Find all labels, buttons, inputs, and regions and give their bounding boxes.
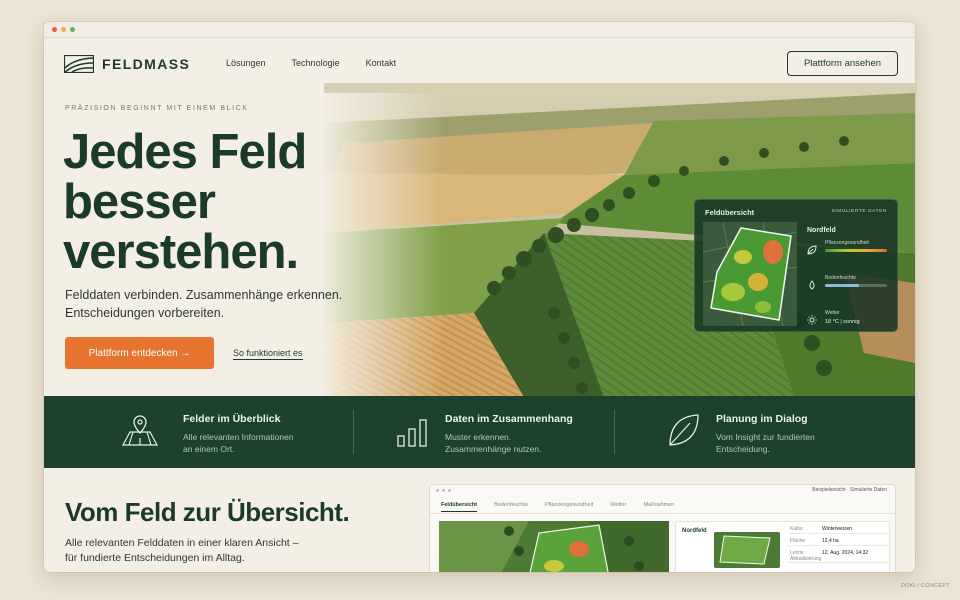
how-it-works-link[interactable]: So funktioniert es (233, 348, 303, 360)
feature-desc-line: Muster erkennen. (445, 432, 512, 442)
close-dot[interactable] (52, 27, 57, 32)
attr-row-flaeche: Fläche 12,4 ha (788, 535, 888, 546)
section-title: Vom Feld zur Übersicht. (65, 497, 350, 527)
metric-label: Pflanzengesundheit (825, 240, 869, 246)
brand-name: FELDMASS (102, 56, 191, 72)
feature-desc-line: an einem Ort. (183, 444, 235, 454)
preview-field-thumbnail (714, 532, 780, 568)
metric-plant-health: Pflanzengesundheit (807, 239, 895, 269)
section-subtext-line: für fundierte Entscheidungen im Alltag. (65, 552, 245, 564)
feature-desc: Alle relevanten Informationen an einem O… (183, 431, 294, 455)
droplet-icon (807, 280, 817, 292)
soil-moisture-fill (825, 284, 860, 287)
plant-health-bar (825, 249, 887, 252)
browser-chrome (44, 22, 915, 38)
preview-dot (442, 489, 445, 492)
credit-text: DOKI / CONCEPT (900, 583, 950, 589)
feature-desc-line: Zusammenhänge nutzen. (445, 444, 542, 454)
card-metrics: Nordfeld Pflanzengesundheit Bodenfeuchte (807, 227, 895, 339)
field-health-map[interactable] (703, 222, 797, 326)
leaf-icon (669, 414, 699, 446)
headline-line-1: Jedes Feld (63, 125, 307, 179)
simulated-data-tag: SIMULIERTE DATEN (831, 209, 887, 214)
preview-dot (448, 489, 451, 492)
tab-wetter[interactable]: Wetter (610, 502, 626, 512)
attr-key: Fläche (790, 538, 806, 544)
field-overview-card: Feldübersicht SIMULIERTE DATEN Nordfeld (694, 199, 898, 332)
preview-attributes: Kultur Winterweizen Fläche 12,4 ha Letzt… (788, 522, 888, 563)
logo[interactable]: FELDMASS (64, 55, 190, 73)
sun-icon (807, 315, 817, 327)
preview-map[interactable] (439, 521, 669, 572)
feature-title: Planung im Dialog (716, 413, 808, 425)
overview-section: Vom Feld zur Übersicht. Alle relevanten … (44, 468, 915, 572)
hero-section: PRÄZISION BEGINNT MIT EINEM BLICK Jedes … (44, 83, 915, 397)
headline-line-2: besser (63, 175, 216, 229)
weather-value: 18 °C | sonnig (825, 319, 860, 325)
preview-field-name: Nordfeld (682, 528, 707, 534)
platform-view-button[interactable]: Plattform ansehen (787, 51, 898, 76)
feature-desc-line: Vom Insight zur fundierten (716, 432, 815, 442)
preview-chrome: Beispielansicht · Simulierte Daten (430, 485, 895, 496)
hero-eyebrow: PRÄZISION BEGINNT MIT EINEM BLICK (65, 105, 249, 112)
logo-mark-icon (64, 55, 94, 73)
attr-value: 12. Aug. 2024, 14:32 (822, 550, 869, 556)
feature-divider (614, 410, 615, 454)
feature-desc-line: Entscheidung. (716, 444, 770, 454)
feature-data: Daten im Zusammenhang Muster erkennen. Z… (395, 396, 625, 468)
feature-title: Felder im Überblick (183, 413, 281, 425)
browser-window: FELDMASS Lösungen Technologie Kontakt Pl… (44, 22, 915, 572)
tab-bodenfeuchte[interactable]: Bodenfeuchte (494, 502, 528, 512)
feature-title: Daten im Zusammenhang (445, 413, 573, 425)
preview-dot (436, 489, 439, 492)
metric-label: Wetter (825, 310, 840, 316)
tab-pflanzengesundheit[interactable]: Pflanzengesundheit (545, 502, 593, 512)
leaf-icon (807, 245, 817, 257)
feature-band: Felder im Überblick Alle relevanten Info… (44, 396, 915, 468)
preview-detail-panel: Nordfeld Kultur Winterweizen Fläche 12,4… (675, 521, 890, 572)
tab-massnahmen[interactable]: Maßnahmen (643, 502, 674, 512)
card-title: Feldübersicht (705, 208, 755, 217)
tab-divider (430, 513, 895, 514)
attr-row-kultur: Kultur Winterweizen (788, 523, 888, 534)
tab-feldubersicht[interactable]: Feldübersicht (441, 502, 478, 512)
map-pin-icon (121, 415, 159, 446)
feature-desc: Vom Insight zur fundierten Entscheidung. (716, 431, 815, 455)
feature-planning: Planung im Dialog Vom Insight zur fundie… (664, 396, 894, 468)
section-subtext-line: Alle relevanten Felddaten in einer klare… (65, 537, 299, 549)
feature-desc: Muster erkennen. Zusammenhänge nutzen. (445, 431, 541, 455)
minimize-dot[interactable] (61, 27, 66, 32)
attr-key: Kultur (790, 526, 804, 532)
nav-item-technologie[interactable]: Technologie (292, 58, 340, 68)
bar-chart-icon (397, 419, 427, 447)
discover-platform-button[interactable]: Plattform entdecken → (65, 337, 214, 369)
hero-subtext: Felddaten verbinden. Zusammenhänge erken… (65, 288, 343, 320)
soil-moisture-bar (825, 284, 887, 287)
feature-divider (353, 410, 354, 454)
metric-soil-moisture: Bodenfeuchte (807, 274, 895, 304)
dashboard-preview: Beispielansicht · Simulierte Daten Feldü… (429, 484, 896, 572)
attr-row-aktualisierung: Letzte Aktualisierung 12. Aug. 2024, 14:… (788, 547, 888, 563)
nav-item-loesungen[interactable]: Lösungen (226, 58, 266, 68)
maximize-dot[interactable] (70, 27, 75, 32)
preview-note: Beispielansicht · Simulierte Daten (812, 487, 887, 493)
preview-tabs: Feldübersicht Bodenfeuchte Pflanzengesun… (441, 502, 674, 512)
nav-item-kontakt[interactable]: Kontakt (366, 58, 397, 68)
attr-value: Winterweizen (822, 526, 853, 532)
feature-overview: Felder im Überblick Alle relevanten Info… (120, 396, 350, 468)
headline-line-3: verstehen. (63, 225, 299, 279)
attr-key: Letzte Aktualisierung (790, 550, 822, 562)
feature-desc-line: Alle relevanten Informationen (183, 432, 294, 442)
metric-weather: Wetter 18 °C | sonnig (807, 309, 895, 339)
attr-value: 12,4 ha (822, 538, 839, 544)
section-subtext: Alle relevanten Felddaten in einer klare… (65, 536, 365, 566)
nav-menu: Lösungen Technologie Kontakt (226, 58, 396, 68)
metric-label: Bodenfeuchte (825, 275, 856, 281)
hero-headline: Jedes Feld besser verstehen. (63, 127, 363, 277)
card-field-name: Nordfeld (807, 227, 836, 234)
